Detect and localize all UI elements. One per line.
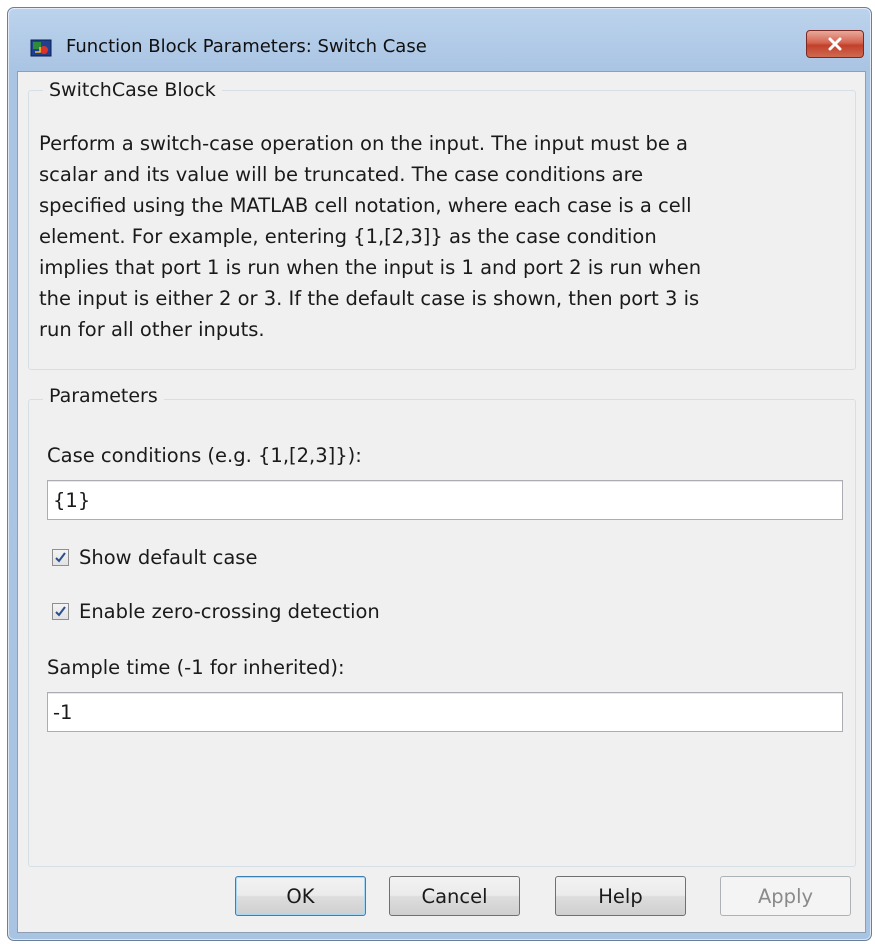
zero-crossing-checkbox[interactable]: Enable zero-crossing detection — [52, 600, 380, 623]
dialog-client-area: SwitchCase Block Perform a switch-case o… — [17, 71, 866, 933]
block-description: Perform a switch-case operation on the i… — [39, 128, 839, 345]
description-line: the input is either 2 or 3. If the defau… — [39, 287, 700, 310]
description-line: scalar and its value will be truncated. … — [39, 163, 644, 186]
close-button[interactable] — [806, 30, 864, 58]
checkmark-icon — [55, 606, 66, 617]
description-line: Perform a switch-case operation on the i… — [39, 132, 688, 155]
parameters-group — [28, 399, 856, 867]
case-conditions-label: Case conditions (e.g. {1,[2,3]}): — [47, 444, 362, 467]
show-default-case-label: Show default case — [79, 546, 258, 569]
description-line: element. For example, entering {1,[2,3]}… — [39, 225, 657, 248]
sample-time-label: Sample time (-1 for inherited): — [47, 656, 345, 679]
help-button[interactable]: Help — [555, 876, 686, 916]
zero-crossing-check[interactable] — [52, 603, 69, 620]
window-title: Function Block Parameters: Switch Case — [66, 36, 427, 57]
ok-button[interactable]: OK — [235, 876, 366, 916]
parameters-group-legend: Parameters — [43, 385, 164, 407]
close-icon — [828, 37, 842, 51]
description-line: specified using the MATLAB cell notation… — [39, 194, 692, 217]
block-group-legend: SwitchCase Block — [43, 79, 222, 101]
dialog-window: Function Block Parameters: Switch Case S… — [7, 7, 872, 941]
simulink-block-icon — [30, 38, 52, 58]
sample-time-input[interactable] — [47, 692, 843, 732]
cancel-button[interactable]: Cancel — [389, 876, 520, 916]
title-bar[interactable]: Function Block Parameters: Switch Case — [8, 8, 871, 72]
description-line: implies that port 1 is run when the inpu… — [39, 256, 702, 279]
show-default-case-check[interactable] — [52, 549, 69, 566]
apply-button[interactable]: Apply — [720, 876, 851, 916]
checkmark-icon — [55, 552, 66, 563]
show-default-case-checkbox[interactable]: Show default case — [52, 546, 257, 569]
description-line: run for all other inputs. — [39, 318, 265, 341]
case-conditions-input[interactable] — [47, 480, 843, 520]
zero-crossing-label: Enable zero-crossing detection — [79, 600, 380, 623]
